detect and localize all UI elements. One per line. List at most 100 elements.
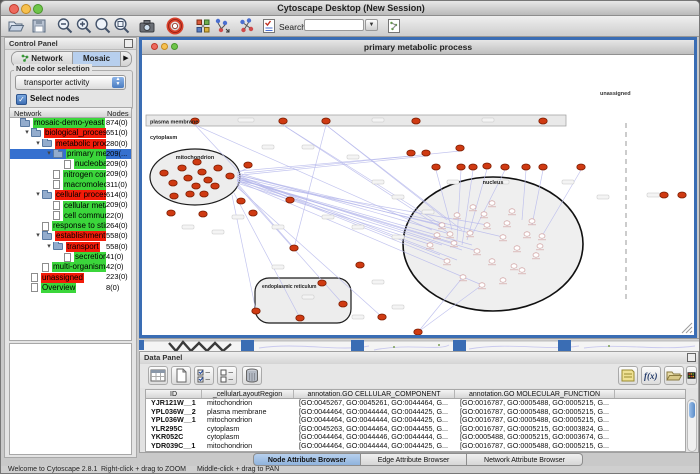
tree-item[interactable]: cell communicat22(0) [10, 211, 131, 221]
tree-item[interactable]: ▾biological_process651(0) [10, 128, 131, 138]
graph-node-selected[interactable] [279, 118, 287, 124]
select-nodes-checkbox[interactable]: ✓ [16, 94, 27, 105]
table-row[interactable]: YJR121W__1mitochondrion[GO:0045267, GO:0… [146, 399, 685, 408]
graph-node[interactable] [533, 253, 539, 257]
graph-node-selected[interactable] [539, 118, 547, 124]
graph-node-selected[interactable] [200, 191, 208, 197]
graph-node-selected[interactable] [483, 163, 491, 169]
graph-node-selected[interactable] [252, 308, 260, 314]
tree-item[interactable]: nitrogen compo209(0) [10, 169, 131, 179]
search-dropdown-button[interactable]: ▼ [365, 19, 378, 31]
graph-node[interactable] [539, 234, 545, 238]
tree-item[interactable]: nucleobase-209(0) [10, 159, 131, 169]
zoom-in-icon[interactable] [75, 17, 93, 35]
import-network-icon[interactable] [385, 17, 403, 35]
graph-node-selected[interactable] [407, 150, 415, 156]
graph-node-selected[interactable] [577, 164, 585, 170]
zoom-out-icon[interactable] [56, 17, 74, 35]
graph-node[interactable] [427, 243, 433, 247]
graph-node-selected[interactable] [296, 315, 304, 321]
expand-arrow-icon[interactable]: ▾ [34, 231, 42, 241]
tree-item[interactable]: Overview8(0) [10, 283, 131, 293]
zoom-selected-icon[interactable] [113, 17, 131, 35]
help-icon[interactable] [166, 17, 184, 35]
graph-node-selected[interactable] [170, 193, 178, 199]
expand-arrow-icon[interactable]: ▾ [34, 190, 42, 200]
graph-node[interactable] [481, 212, 487, 216]
table-row[interactable]: YKR052Ccytoplasm[GO:0044464, GO:0044446,… [146, 433, 685, 442]
tree-item[interactable]: ▾cellular process614(0) [10, 190, 131, 200]
graph-node-selected[interactable] [469, 164, 477, 170]
graph-node-selected[interactable] [184, 175, 192, 181]
graph-node-selected[interactable] [226, 173, 234, 179]
graph-node-selected[interactable] [318, 280, 326, 286]
graph-node-selected[interactable] [214, 165, 222, 171]
expand-arrow-icon[interactable]: ▾ [45, 242, 53, 252]
graph-node[interactable] [519, 268, 525, 272]
graph-node-selected[interactable] [339, 301, 347, 307]
network-overview-icon[interactable] [194, 17, 212, 35]
tree-item[interactable]: ▾primary metabolic209(... [10, 149, 131, 159]
graph-node[interactable] [484, 223, 490, 227]
graph-node-selected[interactable] [356, 262, 364, 268]
tree-item[interactable]: ▾metabolic process280(0) [10, 139, 131, 149]
column-header-id[interactable]: ID [146, 390, 202, 398]
open-session-icon[interactable] [7, 17, 25, 35]
tab-overflow-arrow[interactable]: ▶ [120, 52, 131, 66]
graph-node-selected[interactable] [414, 329, 422, 335]
graph-node[interactable] [434, 233, 440, 237]
graph-node-selected[interactable] [660, 192, 668, 198]
table-row[interactable]: YPL036W__1mitochondrion[GO:0044464, GO:0… [146, 416, 685, 425]
tree-item[interactable]: mosaic-demo-yeast874(0) [10, 118, 131, 128]
zoom-fit-icon[interactable] [94, 17, 112, 35]
graph-node-selected[interactable] [457, 164, 465, 170]
graph-node[interactable] [467, 231, 473, 235]
layout-spring-icon[interactable] [213, 17, 231, 35]
layout-force-icon[interactable] [238, 17, 256, 35]
graph-node-selected[interactable] [237, 198, 245, 204]
float-panel-icon[interactable] [124, 39, 133, 48]
graph-node-selected[interactable] [169, 180, 177, 186]
graph-node-selected[interactable] [199, 211, 207, 217]
graph-node-selected[interactable] [286, 197, 294, 203]
tab-edge-attribute-browser[interactable]: Edge Attribute Browser [361, 453, 467, 466]
tree-item[interactable]: secretion41(0) [10, 252, 131, 262]
graph-node[interactable] [451, 241, 457, 245]
delete-attribute-icon[interactable] [242, 366, 262, 385]
resize-grip-icon[interactable] [682, 323, 692, 333]
graph-node-selected[interactable] [501, 164, 509, 170]
graph-node-selected[interactable] [249, 210, 257, 216]
graph-node[interactable] [500, 278, 506, 282]
column-header-molecular-function[interactable]: annotation.GO MOLECULAR_FUNCTION [455, 390, 615, 398]
tree-item[interactable]: cellular metabo209(0) [10, 200, 131, 210]
tree-item[interactable]: response to stimulu264(0) [10, 221, 131, 231]
tab-node-attribute-browser[interactable]: Node Attribute Browser [253, 453, 361, 466]
tree-item[interactable]: ▾transport558(0) [10, 242, 131, 252]
graph-node-selected[interactable] [456, 145, 464, 151]
table-row[interactable]: YLR295Ccytoplasm[GO:0045263, GO:0044464,… [146, 425, 685, 434]
graph-node-selected[interactable] [204, 177, 212, 183]
graph-node-selected[interactable] [378, 314, 386, 320]
graph-node[interactable] [479, 283, 485, 287]
graph-node[interactable] [454, 213, 460, 217]
graph-node-selected[interactable] [178, 165, 186, 171]
node-color-dropdown[interactable]: transporter activity ▲▼ [15, 75, 126, 90]
snapshot-icon[interactable] [138, 17, 156, 35]
tab-network-attribute-browser[interactable]: Network Attribute Browser [467, 453, 583, 466]
float-panel-icon[interactable] [687, 353, 696, 362]
table-row[interactable]: YPL036W__2plasma membrane[GO:0044464, GO… [146, 408, 685, 417]
graph-node-selected[interactable] [432, 164, 440, 170]
graph-node[interactable] [537, 244, 543, 248]
heatmap-icon[interactable] [686, 366, 697, 385]
graph-node-selected[interactable] [198, 169, 206, 175]
graph-node[interactable] [460, 275, 466, 279]
tree-item[interactable]: ▾establishment of lo558(0) [10, 231, 131, 241]
graph-node[interactable] [439, 223, 445, 227]
search-input[interactable] [304, 19, 364, 31]
graph-node-selected[interactable] [678, 192, 686, 198]
graph-node[interactable] [529, 219, 535, 223]
expand-arrow-icon[interactable]: ▾ [23, 128, 31, 138]
graph-node-selected[interactable] [244, 162, 252, 168]
graph-node-selected[interactable] [412, 118, 420, 124]
graph-node[interactable] [524, 232, 530, 236]
